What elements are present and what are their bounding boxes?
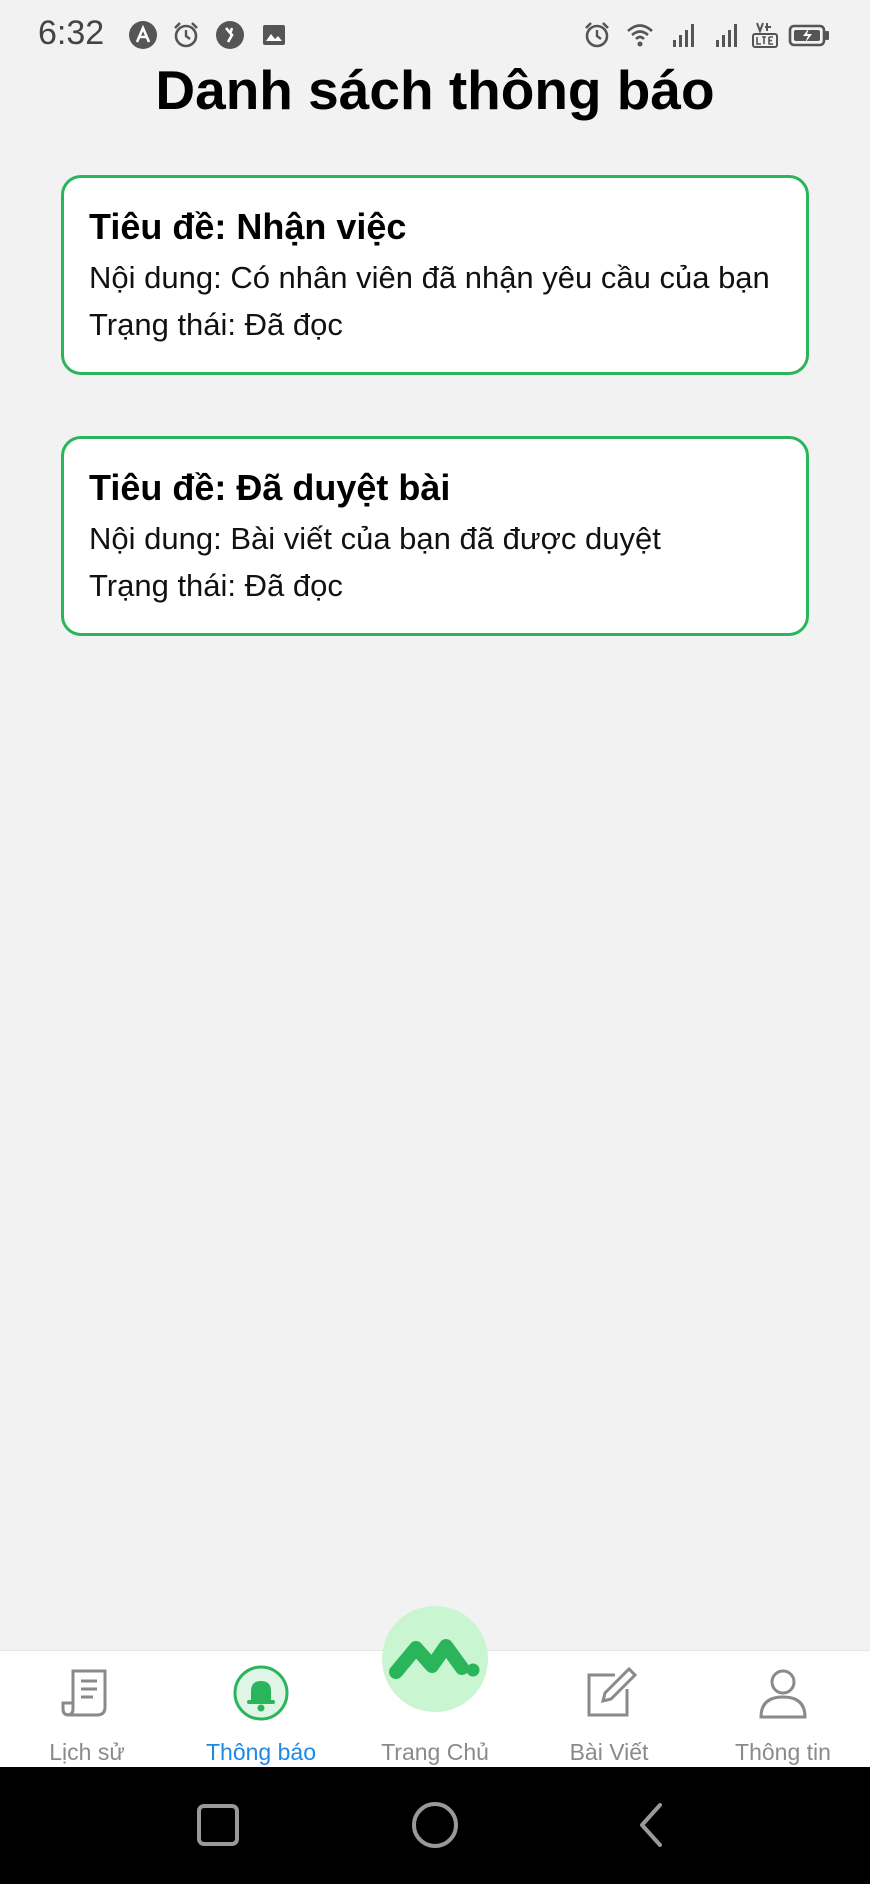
notification-status: Trạng thái: Đã đọc [89, 568, 343, 603]
page-title: Danh sách thông báo [155, 59, 715, 121]
battery-charging-icon [788, 20, 830, 50]
image-icon [259, 20, 289, 50]
notification-title: Tiêu đề: Đã duyệt bài [89, 467, 451, 508]
nav-label-posts: Bài Viết [569, 1739, 649, 1765]
nav-label-notifications: Thông báo [206, 1739, 316, 1765]
status-time: 6:32 [38, 14, 105, 52]
notification-content: Nội dung: Bài viết của bạn đã được duyệt [89, 521, 661, 556]
nav-label-profile: Thông tin [735, 1739, 831, 1765]
home-logo-icon [389, 1639, 480, 1679]
app-a-icon [128, 20, 158, 50]
alarm-icon [171, 20, 201, 50]
home-system-button[interactable] [407, 1797, 463, 1853]
vpn-icon [215, 20, 245, 50]
history-icon [57, 1663, 117, 1723]
nav-item-profile[interactable]: Thông tin [696, 1651, 870, 1768]
back-button[interactable] [624, 1797, 680, 1853]
signal-icon [712, 20, 742, 50]
home-button[interactable] [382, 1606, 488, 1712]
nav-item-history[interactable]: Lịch sử [0, 1651, 174, 1768]
recent-apps-button[interactable] [190, 1797, 246, 1853]
alarm-icon [582, 20, 612, 50]
nav-item-notifications[interactable]: Thông báo [174, 1651, 348, 1768]
wifi-icon [625, 20, 655, 50]
bell-icon [231, 1663, 291, 1723]
signal-icon [669, 20, 699, 50]
nav-label-home: Trang Chủ [381, 1739, 489, 1765]
notification-card[interactable]: Tiêu đề: Nhận việc Nội dung: Có nhân viê… [61, 175, 809, 375]
edit-icon [579, 1663, 639, 1723]
nav-label-history: Lịch sử [49, 1739, 125, 1765]
notification-content: Nội dung: Có nhân viên đã nhận yêu cầu c… [89, 260, 770, 295]
user-icon [753, 1663, 813, 1723]
notification-card[interactable]: Tiêu đề: Đã duyệt bài Nội dung: Bài viết… [61, 436, 809, 636]
volte-icon [750, 20, 780, 50]
system-navigation-bar [0, 1767, 870, 1884]
notification-title: Tiêu đề: Nhận việc [89, 206, 407, 247]
notification-status: Trạng thái: Đã đọc [89, 307, 343, 342]
nav-item-posts[interactable]: Bài Viết [522, 1651, 696, 1768]
